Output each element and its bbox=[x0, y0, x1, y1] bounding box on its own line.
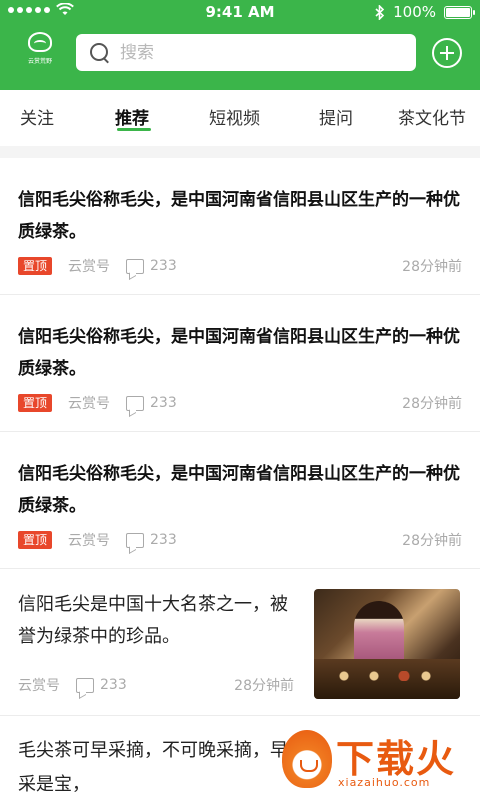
thumbnail-cups bbox=[334, 671, 434, 681]
feed-item-source[interactable]: 云赏号 bbox=[68, 393, 110, 413]
feed-item-time: 28分钟前 bbox=[402, 259, 462, 275]
bluetooth-icon bbox=[375, 4, 385, 20]
top-bar: 9:41 AM 100% 云赏荒野 bbox=[0, 0, 480, 90]
tab-follow[interactable]: 关注 bbox=[20, 104, 54, 129]
tab-bar: 关注 推荐 短视频 提问 茶文化节 bbox=[0, 90, 480, 146]
feed-item-title[interactable]: 信阳毛尖是中国十大名茶之一，被誉为绿茶中的珍品。 bbox=[18, 589, 288, 653]
pinned-badge: 置顶 bbox=[18, 394, 53, 412]
feed-item-time: 28分钟前 bbox=[402, 533, 462, 549]
pinned-badge: 置顶 bbox=[18, 257, 53, 275]
watermark-url: xiazaihuo.com bbox=[338, 776, 431, 789]
leaf-logo-icon bbox=[28, 32, 52, 52]
feed-item-meta: 置顶 云赏号 233 28分钟前 bbox=[18, 393, 462, 413]
tea-ceremony-thumbnail[interactable] bbox=[314, 589, 460, 699]
tab-short-video[interactable]: 短视频 bbox=[209, 104, 260, 129]
comment-icon bbox=[126, 532, 145, 548]
comment-count: 233 bbox=[150, 532, 177, 548]
search-input[interactable] bbox=[120, 42, 370, 63]
add-button[interactable] bbox=[432, 38, 462, 68]
feed-item-meta: 置顶 云赏号 233 28分钟前 bbox=[18, 530, 462, 550]
comment-count: 233 bbox=[150, 258, 177, 274]
feed-item-source[interactable]: 云赏号 bbox=[18, 675, 60, 695]
pinned-badge: 置顶 bbox=[18, 531, 53, 549]
feed-item[interactable]: 信阳毛尖俗称毛尖，是中国河南省信阳县山区生产的一种优质绿茶。 置顶 云赏号 23… bbox=[0, 158, 480, 295]
tab-tea-festival[interactable]: 茶文化节 bbox=[398, 104, 466, 129]
status-bar: 9:41 AM 100% bbox=[0, 0, 480, 24]
active-tab-indicator bbox=[117, 128, 151, 131]
feed-item[interactable]: 信阳毛尖俗称毛尖，是中国河南省信阳县山区生产的一种优质绿茶。 置顶 云赏号 23… bbox=[0, 295, 480, 432]
search-bar[interactable] bbox=[76, 34, 416, 71]
feed-item-time: 28分钟前 bbox=[234, 678, 294, 694]
feed-item-title[interactable]: 信阳毛尖俗称毛尖，是中国河南省信阳县山区生产的一种优质绿茶。 bbox=[18, 458, 462, 522]
divider bbox=[0, 146, 480, 158]
tab-recommend[interactable]: 推荐 bbox=[115, 104, 149, 129]
feed-item-source[interactable]: 云赏号 bbox=[68, 256, 110, 276]
comment-icon bbox=[126, 258, 145, 274]
feed-item-title[interactable]: 信阳毛尖俗称毛尖，是中国河南省信阳县山区生产的一种优质绿茶。 bbox=[18, 321, 462, 385]
comment-count: 233 bbox=[150, 395, 177, 411]
feed-item-meta: 置顶 云赏号 233 28分钟前 bbox=[18, 256, 462, 276]
tab-ask[interactable]: 提问 bbox=[319, 104, 353, 129]
feed-item-time: 28分钟前 bbox=[402, 396, 462, 412]
header: 云赏荒野 bbox=[0, 30, 480, 76]
search-icon bbox=[90, 42, 110, 63]
status-right: 100% bbox=[375, 3, 475, 21]
feed-item-meta: 云赏号 233 28分钟前 bbox=[18, 675, 294, 695]
feed-list: 信阳毛尖俗称毛尖，是中国河南省信阳县山区生产的一种优质绿茶。 置顶 云赏号 23… bbox=[0, 158, 480, 800]
feed-item-source[interactable]: 云赏号 bbox=[68, 530, 110, 550]
watermark-text: 下载火 bbox=[336, 737, 457, 781]
comment-icon bbox=[126, 395, 145, 411]
comment-icon bbox=[76, 677, 94, 693]
app-screen: 9:41 AM 100% 云赏荒野 关注 推荐 短视频 bbox=[0, 0, 480, 800]
watermark-logo: 下载火 xiazaihuo.com bbox=[282, 730, 472, 794]
feed-item-with-image[interactable]: 信阳毛尖是中国十大名茶之一，被誉为绿茶中的珍品。 云赏号 233 28分钟前 bbox=[0, 569, 480, 716]
logo-text: 云赏荒野 bbox=[27, 58, 52, 65]
app-logo[interactable]: 云赏荒野 bbox=[20, 32, 60, 72]
feed-item[interactable]: 信阳毛尖俗称毛尖，是中国河南省信阳县山区生产的一种优质绿茶。 置顶 云赏号 23… bbox=[0, 432, 480, 569]
flame-icon bbox=[282, 730, 332, 788]
feed-item-title[interactable]: 信阳毛尖俗称毛尖，是中国河南省信阳县山区生产的一种优质绿茶。 bbox=[18, 184, 462, 248]
battery-icon bbox=[444, 5, 475, 19]
comment-count: 233 bbox=[100, 677, 127, 693]
battery-percent: 100% bbox=[393, 3, 436, 21]
feed-item-title[interactable]: 毛尖茶可早采摘，不可晚采摘，早采是宝， bbox=[18, 734, 298, 800]
